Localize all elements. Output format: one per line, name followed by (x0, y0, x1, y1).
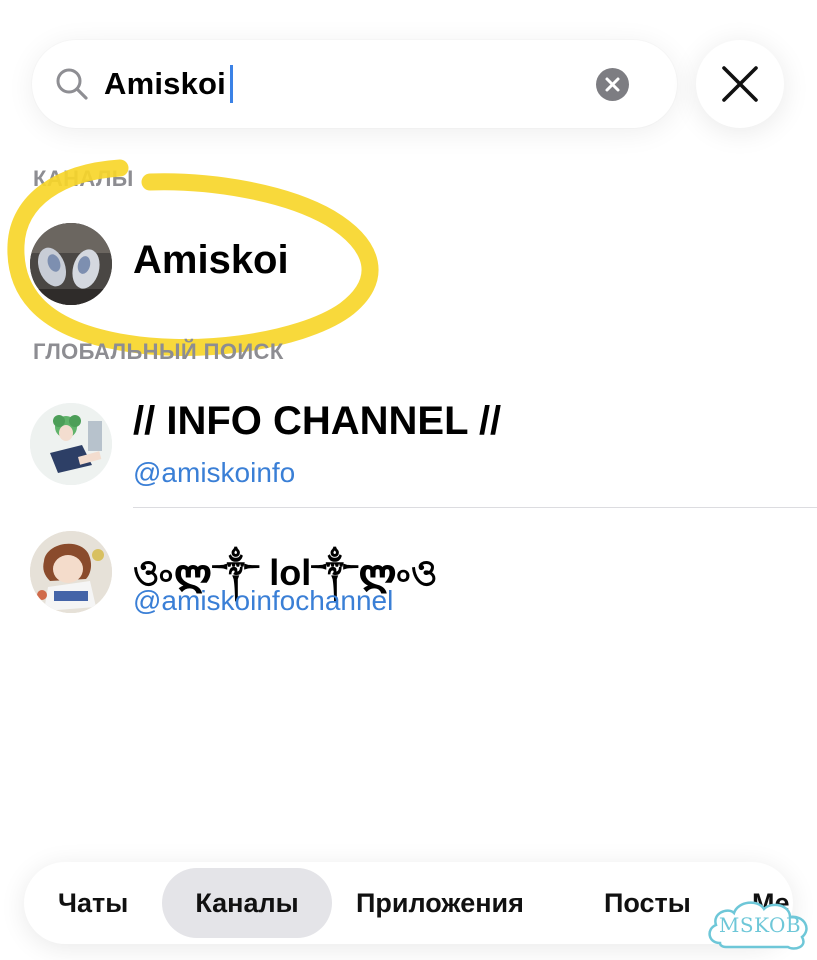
tab-apps[interactable]: Приложения (356, 868, 524, 938)
channel-handle: @amiskoinfochannel (133, 585, 394, 616)
search-icon (56, 68, 88, 100)
search-filter-tabbar: Чаты Каналы Приложения Посты Ме (24, 862, 793, 944)
section-header-global: ГЛОБАЛЬНЫЙ ПОИСК (33, 339, 284, 364)
tab-posts[interactable]: Посты (604, 868, 691, 938)
clear-circle-icon[interactable] (596, 68, 629, 101)
avatar (30, 223, 112, 305)
avatar (30, 403, 112, 485)
text-caret (230, 65, 233, 103)
watermark: MSKOB (704, 895, 816, 955)
divider (133, 507, 817, 508)
channel-title: Amiskoi (133, 238, 289, 282)
watermark-text: MSKOB (718, 913, 802, 937)
search-input[interactable]: Amiskoi (104, 60, 233, 108)
close-button[interactable] (696, 40, 784, 128)
section-header-channels: КАНАЛЫ (33, 166, 134, 191)
search-query: Amiskoi (104, 66, 226, 101)
search-bar[interactable]: Amiskoi (32, 40, 677, 128)
channel-title: ও৹ლ༒ lol༒ლ৹ও (133, 552, 438, 593)
tab-channels[interactable]: Каналы (162, 868, 332, 938)
close-x-icon (722, 66, 758, 102)
tab-chats[interactable]: Чаты (58, 868, 128, 938)
channel-handle: @amiskoinfo (133, 457, 296, 488)
channel-title: // INFO CHANNEL // (133, 399, 502, 443)
avatar (30, 531, 112, 613)
